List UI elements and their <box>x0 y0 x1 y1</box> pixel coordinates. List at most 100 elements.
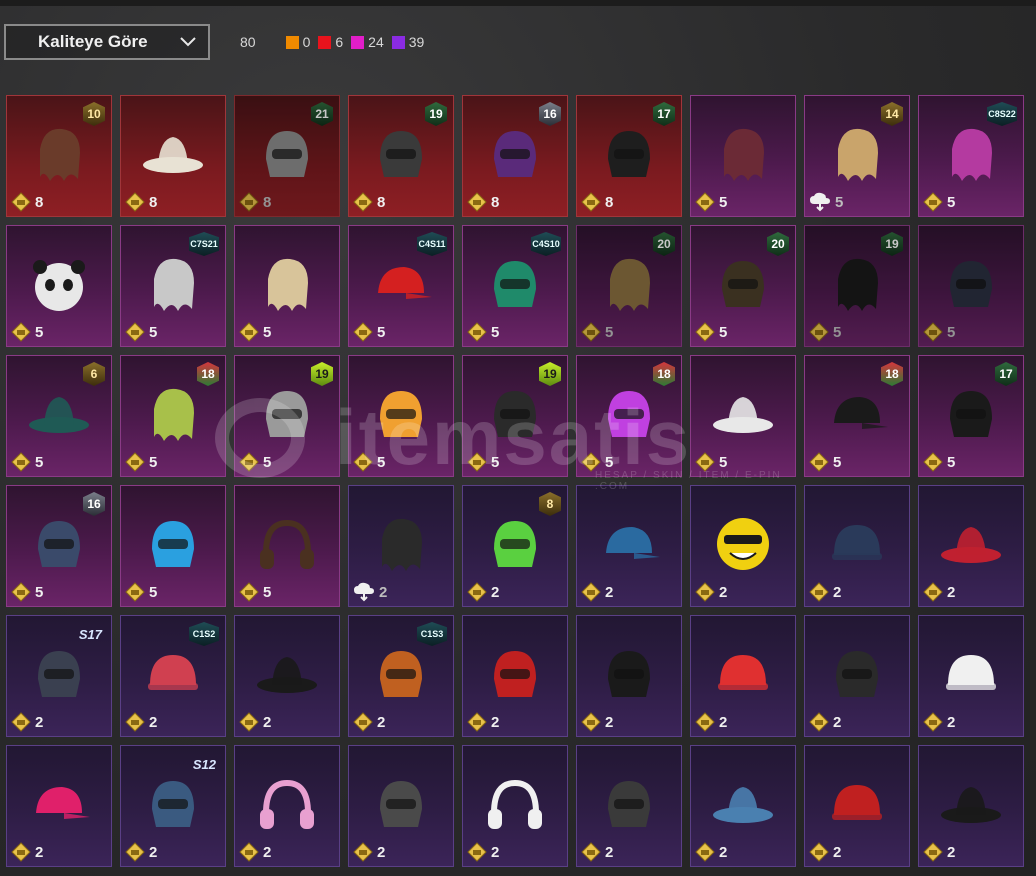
item-price-value: 5 <box>833 323 842 341</box>
inventory-item-card[interactable]: 2 <box>690 745 796 867</box>
item-price: 5 <box>923 192 955 212</box>
bp-currency-icon <box>923 192 943 212</box>
inventory-item-card[interactable]: 2 <box>576 615 682 737</box>
inventory-item-card[interactable]: 2 <box>6 745 112 867</box>
inventory-item-card[interactable]: 2 <box>576 485 682 607</box>
inventory-item-card[interactable]: 19 5 <box>804 225 910 347</box>
inventory-item-card[interactable]: 65 <box>6 355 112 477</box>
inventory-item-card[interactable]: 19 5 <box>462 355 568 477</box>
item-price-value: 5 <box>149 583 158 601</box>
inventory-item-card[interactable]: C8S22 5 <box>918 95 1024 217</box>
inventory-item-card[interactable]: 2 <box>234 745 340 867</box>
item-price: 5 <box>11 582 43 602</box>
inventory-item-card[interactable]: 5 <box>234 485 340 607</box>
item-price-value: 2 <box>947 843 956 861</box>
inventory-item-card[interactable]: 20 5 <box>690 225 796 347</box>
sort-dropdown[interactable]: Kaliteye Göre <box>4 24 210 60</box>
item-price-value: 2 <box>719 583 728 601</box>
item-price-value: 5 <box>947 323 956 341</box>
inventory-item-card[interactable]: 2 <box>348 485 454 607</box>
inventory-item-card[interactable]: 2 <box>804 745 910 867</box>
bp-currency-icon <box>239 842 259 862</box>
item-price-value: 5 <box>835 193 844 211</box>
cap-icon <box>378 266 432 299</box>
inventory-item-card[interactable]: 5 <box>6 225 112 347</box>
inventory-item-card[interactable]: 2 <box>690 485 796 607</box>
inventory-item-card[interactable]: 2 <box>804 615 910 737</box>
item-price-value: 2 <box>947 713 956 731</box>
cat-ears-icon <box>266 390 308 437</box>
inventory-item-card[interactable]: 2 <box>462 615 568 737</box>
inventory-item-card[interactable]: 2 <box>576 745 682 867</box>
inventory-item-card[interactable]: 2 <box>918 615 1024 737</box>
inventory-item-card[interactable]: 2 <box>690 615 796 737</box>
item-price-value: 2 <box>35 713 44 731</box>
inventory-item-card[interactable]: C4S11 5 <box>348 225 454 347</box>
hair-icon <box>40 128 80 181</box>
inventory-item-card[interactable]: 16 8 <box>462 95 568 217</box>
inventory-item-card[interactable]: 2 <box>462 745 568 867</box>
inventory-item-card[interactable]: 2 <box>918 485 1024 607</box>
inventory-item-card[interactable]: 5 <box>690 95 796 217</box>
bp-currency-icon <box>353 192 373 212</box>
item-price: 2 <box>923 842 955 862</box>
inventory-item-card[interactable]: C4S10 5 <box>462 225 568 347</box>
bp-currency-icon <box>467 452 487 472</box>
inventory-item-card[interactable]: 17 5 <box>918 355 1024 477</box>
bp-currency-icon <box>809 582 829 602</box>
inventory-item-card[interactable]: C7S21 5 <box>120 225 226 347</box>
inventory-item-card[interactable]: 14 5 <box>804 95 910 217</box>
inventory-item-card[interactable]: 5 <box>234 225 340 347</box>
inventory-item-card[interactable]: C1S2 2 <box>120 615 226 737</box>
orange-swatch <box>285 35 299 49</box>
item-price: 2 <box>809 582 841 602</box>
item-price-value: 5 <box>605 453 614 471</box>
inventory-item-card[interactable]: S17 2 <box>6 615 112 737</box>
bp-currency-icon <box>923 322 943 342</box>
item-price: 2 <box>353 842 385 862</box>
inventory-item-card[interactable]: 5 <box>918 225 1024 347</box>
quality-count-orange: 0 <box>285 34 310 50</box>
item-price-value: 2 <box>263 843 272 861</box>
inventory-item-card[interactable]: 17 8 <box>576 95 682 217</box>
inventory-item-card[interactable]: 10 8 <box>6 95 112 217</box>
inventory-item-card[interactable]: 2 <box>804 485 910 607</box>
item-price: 5 <box>923 452 955 472</box>
item-price-value: 2 <box>605 583 614 601</box>
item-price: 5 <box>239 322 271 342</box>
inventory-item-card[interactable]: 19 5 <box>234 355 340 477</box>
inventory-item-card[interactable]: 19 8 <box>348 95 454 217</box>
inventory-item-card[interactable]: S12 2 <box>120 745 226 867</box>
inventory-item-card[interactable]: 2 <box>234 615 340 737</box>
inventory-item-card[interactable]: 8 <box>120 95 226 217</box>
inventory-item-card[interactable]: 18 5 <box>576 355 682 477</box>
inventory-item-card[interactable]: C1S3 2 <box>348 615 454 737</box>
inventory-item-card[interactable]: 5 <box>120 485 226 607</box>
item-price: 5 <box>809 322 841 342</box>
item-price: 8 <box>467 192 499 212</box>
cap-icon <box>606 526 660 559</box>
inventory-item-card[interactable]: 2 <box>348 745 454 867</box>
inventory-item-card[interactable]: 5 <box>348 355 454 477</box>
item-price: 5 <box>11 322 43 342</box>
bp-currency-icon <box>125 842 145 862</box>
item-price: 2 <box>923 582 955 602</box>
inventory-item-card[interactable]: 20 5 <box>576 225 682 347</box>
tree-hat-icon <box>29 396 89 433</box>
inventory-item-card[interactable]: 18 5 <box>120 355 226 477</box>
item-price: 5 <box>695 452 727 472</box>
bp-currency-icon <box>581 842 601 862</box>
inventory-item-card[interactable]: 18 5 <box>804 355 910 477</box>
inventory-item-card[interactable]: 21 8 <box>234 95 340 217</box>
item-price-value: 5 <box>35 323 44 341</box>
inventory-item-card[interactable]: 82 <box>462 485 568 607</box>
top-strip <box>0 0 1036 6</box>
item-price: 8 <box>581 192 613 212</box>
bp-currency-icon <box>581 712 601 732</box>
item-price-value: 8 <box>149 193 158 211</box>
inventory-item-card[interactable]: 16 5 <box>6 485 112 607</box>
item-price: 5 <box>353 322 385 342</box>
witch-hat-icon <box>257 656 317 693</box>
inventory-item-card[interactable]: 5 <box>690 355 796 477</box>
inventory-item-card[interactable]: 2 <box>918 745 1024 867</box>
